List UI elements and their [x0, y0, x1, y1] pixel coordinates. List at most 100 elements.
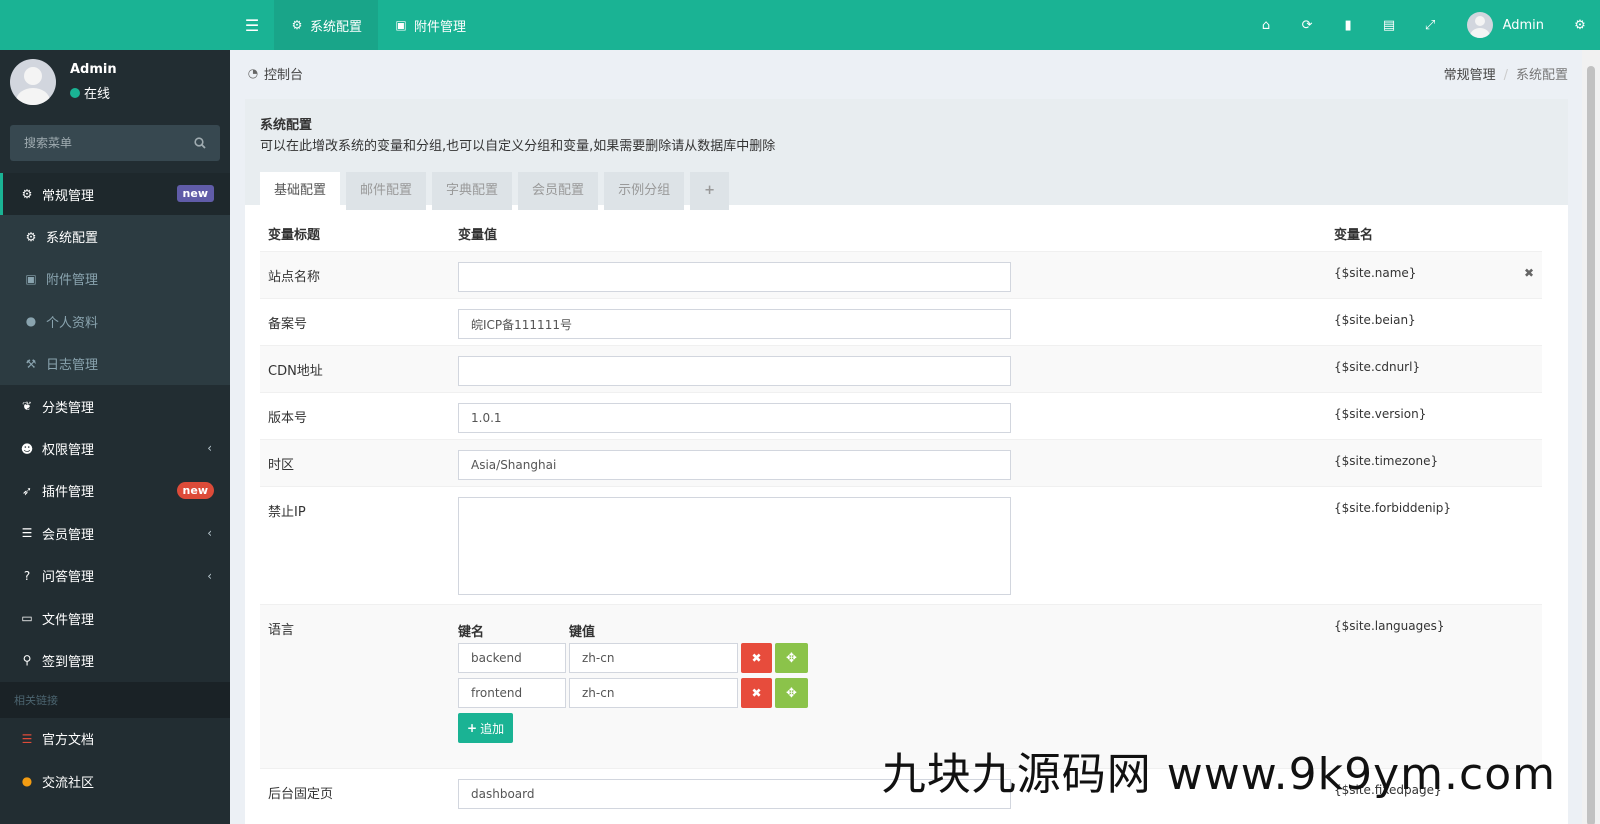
nav-user-menu[interactable]: Admin — [1451, 0, 1560, 50]
sidebar-item-label: 个人资料 — [46, 315, 99, 331]
sidebar-item-profile[interactable]: ● 个人资料 — [0, 300, 230, 343]
sidebar-item-label: 文件管理 — [42, 612, 95, 628]
tab-user[interactable]: 会员配置 — [518, 172, 599, 210]
panel-heading: 系统配置 可以在此增改系统的变量和分组,也可以自定义分组和变量,如果需要删除请从… — [245, 99, 1568, 210]
tab-example[interactable]: 示例分组 — [604, 172, 685, 210]
main-content: ◔ 控制台 常规管理 / 系统配置 系统配置 可以在此增改系统的变量和分组,也可以自… — [230, 50, 1582, 824]
language-icon[interactable]: ▤ — [1369, 0, 1410, 50]
menu-toggle-icon[interactable]: ☰ — [230, 0, 274, 50]
breadcrumb-item[interactable]: 常规管理 — [1444, 68, 1496, 83]
sidebar-item-signin[interactable]: ⚲ 签到管理 — [0, 639, 230, 681]
table-row: CDN地址 {$site.cdnurl} — [260, 345, 1542, 392]
scroll-thumb[interactable] — [1587, 66, 1595, 824]
sidebar-item-auth[interactable]: ☻ 权限管理 ‹ — [0, 427, 230, 469]
row-variable: {$site.version} — [1334, 407, 1427, 421]
remove-pair-button[interactable]: ✖ — [741, 643, 772, 673]
user-status: 在线 — [70, 83, 117, 102]
header-name: 变量名 — [1334, 227, 1374, 243]
sidebar-item-addon[interactable]: ➶ 插件管理 new — [0, 470, 230, 512]
breadcrumb-dashboard[interactable]: 控制台 — [264, 64, 303, 83]
sidebar-item-label: 插件管理 — [42, 485, 95, 501]
row-variable: {$site.name} — [1334, 266, 1417, 280]
sidebar-search — [10, 125, 220, 161]
dashboard-icon: ◔ — [247, 66, 259, 80]
page-scrollbar[interactable] — [1582, 50, 1600, 824]
rocket-icon: ➶ — [21, 483, 33, 498]
move-icon: ✥ — [786, 650, 797, 666]
row-variable: {$site.beian} — [1334, 313, 1416, 327]
gear-icon: ⚙ — [25, 229, 37, 244]
tab-basic[interactable]: 基础配置 — [260, 172, 341, 210]
remove-pair-button[interactable]: ✖ — [741, 678, 772, 708]
kv-value-input[interactable]: zh-cn — [569, 643, 738, 673]
tab-system-config[interactable]: ⚙ 系统配置 — [274, 0, 379, 50]
row-title: 版本号 — [268, 411, 308, 426]
list-alt-icon: ☰ — [21, 731, 33, 746]
close-icon: ✖ — [751, 651, 762, 665]
sidebar-item-label: 会员管理 — [42, 527, 95, 543]
home-icon[interactable]: ⌂ — [1246, 0, 1287, 50]
sidebar-item-category[interactable]: ❦ 分类管理 — [0, 385, 230, 427]
table-row: 时区 {$site.timezone} — [260, 439, 1542, 486]
avatar — [1466, 12, 1493, 38]
row-title: 站点名称 — [268, 270, 321, 285]
refresh-icon[interactable]: ⟳ — [1287, 0, 1328, 50]
search-icon[interactable] — [194, 136, 206, 151]
sidebar-item-member[interactable]: ☰ 会员管理 ‹ — [0, 512, 230, 554]
folder-icon: ▭ — [21, 611, 33, 626]
row-title: 时区 — [268, 458, 295, 473]
kv-key-input[interactable]: backend — [458, 643, 566, 673]
sidebar-item-label: 官方文档 — [42, 733, 95, 749]
new-badge: new — [176, 481, 214, 499]
trash-icon[interactable]: ▮ — [1328, 0, 1369, 50]
sidebar-item-file[interactable]: ▭ 文件管理 — [0, 597, 230, 639]
sidebar-section-header: 相关链接 — [0, 681, 230, 718]
timezone-input[interactable] — [458, 450, 1011, 480]
kv-value-input[interactable]: zh-cn — [569, 678, 738, 708]
sidebar-link-docs[interactable]: ☰ 官方文档 — [0, 718, 230, 760]
avatar — [10, 59, 56, 105]
add-tab-button[interactable]: + — [690, 172, 729, 210]
tab-label: 系统配置 — [310, 19, 363, 35]
sidebar-item-log[interactable]: ⚒ 日志管理 — [0, 342, 230, 385]
sidebar-search-input[interactable] — [24, 136, 174, 150]
panel-title: 系统配置 — [260, 118, 313, 133]
table-row: 备案号 {$site.beian} — [260, 298, 1542, 345]
sidebar-link-community[interactable]: ● 交流社区 — [0, 760, 230, 802]
chevron-left-icon: ‹ — [207, 441, 212, 456]
sidebar-item-label: 问答管理 — [42, 570, 95, 586]
drag-handle-button[interactable]: ✥ — [775, 643, 808, 673]
row-variable: {$site.cdnurl} — [1334, 360, 1421, 374]
append-button[interactable]: + 追加 — [458, 713, 514, 743]
sidebar-item-qa[interactable]: ? 问答管理 ‹ — [0, 555, 230, 597]
tab-attachment[interactable]: ▣ 附件管理 — [378, 0, 482, 50]
forbiddenip-textarea[interactable] — [458, 497, 1011, 595]
sidebar-item-system-config[interactable]: ⚙ 系统配置 — [0, 215, 230, 258]
table-row: 站点名称 {$site.name} ✖ — [260, 251, 1542, 298]
close-icon[interactable]: ✖ — [1524, 266, 1534, 280]
question-circle-icon: ? — [23, 568, 31, 583]
site-name-input[interactable] — [458, 262, 1011, 292]
sidebar-item-label: 分类管理 — [42, 400, 95, 416]
table-row: 版本号 {$site.version} — [260, 392, 1542, 439]
drag-handle-button[interactable]: ✥ — [775, 678, 808, 708]
tab-label: 附件管理 — [414, 19, 467, 35]
user-panel: Admin 在线 — [0, 50, 230, 114]
sidebar-item-general[interactable]: ⚙ 常规管理 new — [0, 173, 230, 216]
tab-email[interactable]: 邮件配置 — [346, 172, 427, 210]
fullscreen-icon[interactable]: ⤢ — [1410, 0, 1451, 50]
cdnurl-input[interactable] — [458, 356, 1011, 386]
new-badge: new — [176, 185, 214, 202]
sidebar-item-label: 日志管理 — [46, 358, 99, 374]
move-icon: ✥ — [786, 685, 797, 701]
cogs-icon[interactable]: ⚙ — [1560, 0, 1600, 50]
tab-dictionary[interactable]: 字典配置 — [432, 172, 513, 210]
sidebar-item-attachment[interactable]: ▣ 附件管理 — [0, 257, 230, 301]
kv-key-input[interactable]: frontend — [458, 678, 566, 708]
version-input[interactable] — [458, 403, 1011, 433]
breadcrumb-current: 系统配置 — [1515, 67, 1568, 83]
row-title: 语言 — [268, 623, 295, 638]
file-image-icon: ▣ — [25, 271, 37, 286]
sidebar-item-label: 权限管理 — [42, 443, 95, 459]
beian-input[interactable] — [458, 309, 1011, 339]
